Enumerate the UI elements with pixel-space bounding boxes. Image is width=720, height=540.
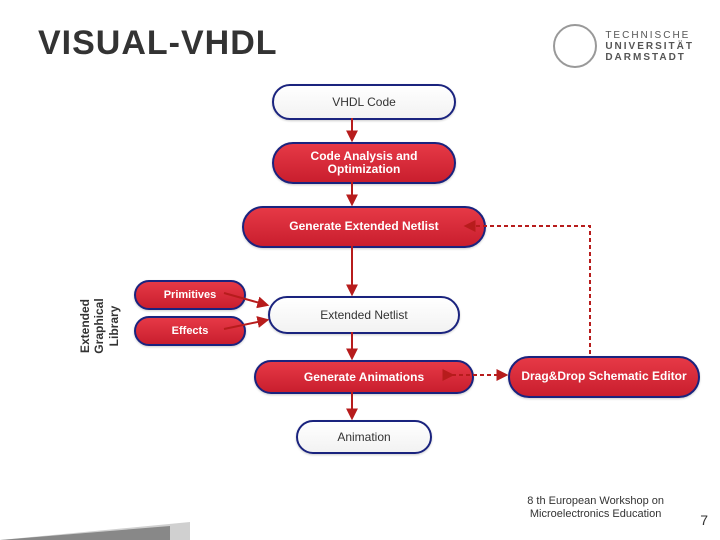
footer-text: 8 th European Workshop on Microelectroni… — [527, 495, 664, 523]
seal-icon — [553, 24, 597, 68]
wedge-decoration — [0, 526, 170, 540]
node-primitives: Primitives — [134, 280, 246, 310]
university-logo: TECHNISCHE UNIVERSITÄT DARMSTADT — [553, 24, 694, 68]
uni-line3: DARMSTADT — [605, 52, 694, 63]
flow-arrows — [0, 0, 720, 540]
footer-line1: 8 th European Workshop on — [527, 495, 664, 509]
node-analysis: Code Analysis and Optimization — [272, 142, 456, 184]
page-title: VISUAL-VHDL — [38, 24, 278, 63]
uni-line1: TECHNISCHE — [605, 30, 694, 41]
uni-line2: UNIVERSITÄT — [605, 41, 694, 52]
library-label: Extended Graphical Library — [78, 298, 150, 354]
node-animation: Animation — [296, 420, 432, 454]
node-effects: Effects — [134, 316, 246, 346]
node-schematic-editor: Drag&Drop Schematic Editor — [508, 356, 700, 398]
node-vhdl-code: VHDL Code — [272, 84, 456, 120]
page-number: 7 — [700, 512, 708, 528]
node-extended-netlist: Extended Netlist — [268, 296, 460, 334]
node-generate-netlist: Generate Extended Netlist — [242, 206, 486, 248]
node-generate-animations: Generate Animations — [254, 360, 474, 394]
footer-line2: Microelectronics Education — [527, 508, 664, 522]
